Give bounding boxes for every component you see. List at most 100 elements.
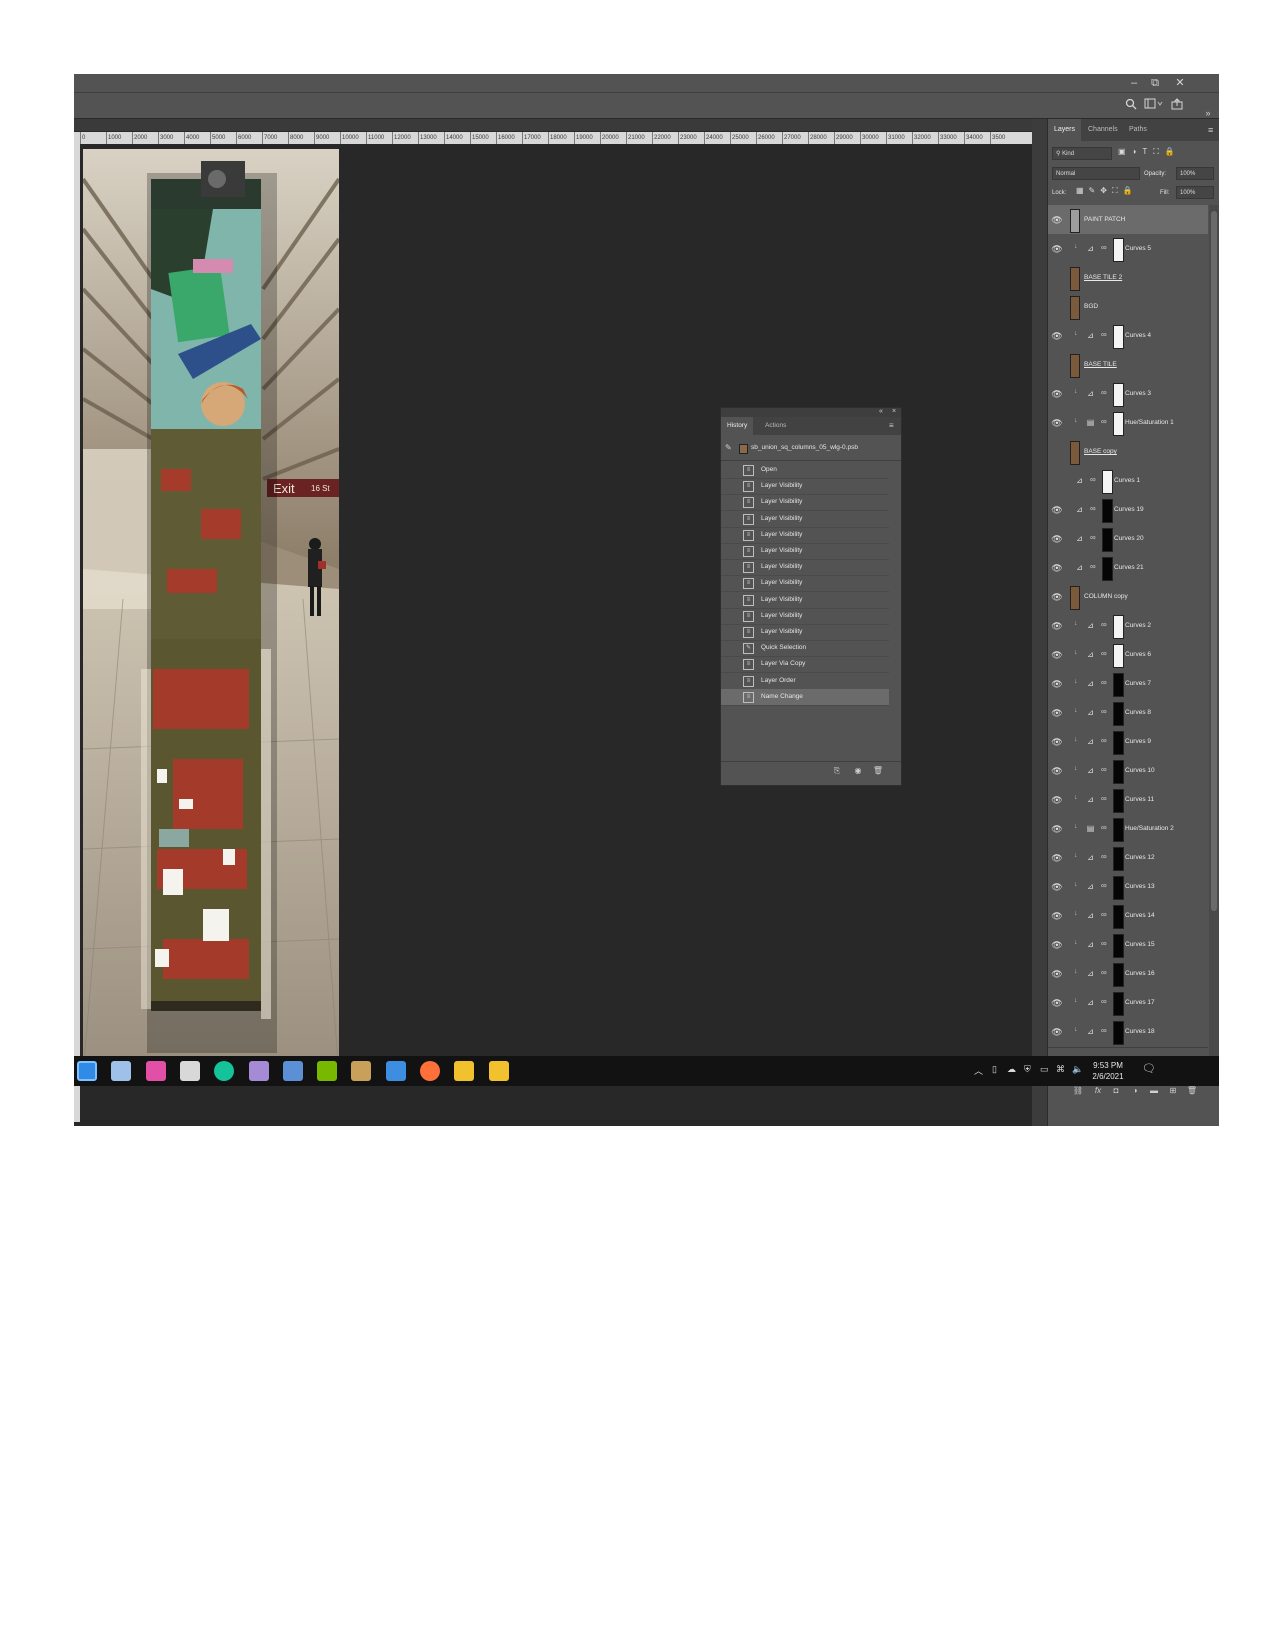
layer-mask-thumbnail[interactable] [1113, 934, 1124, 958]
layer-row[interactable]: 👁 ↓ ⊿ ∞ Curves 2 [1048, 611, 1208, 642]
history-step[interactable]: ≡ Layer Via Copy [721, 656, 889, 674]
layer-mask-thumbnail[interactable] [1113, 702, 1124, 726]
network-icon[interactable]: ⌘ [1056, 1064, 1065, 1075]
history-step[interactable]: ≡ Layer Visibility [721, 608, 889, 625]
task-view-icon[interactable] [385, 1061, 406, 1081]
layer-row[interactable]: 👁 ↓ ⊿ ∞ Curves 7 [1048, 669, 1208, 700]
layer-mask-thumbnail[interactable] [1113, 383, 1124, 407]
visibility-eye-icon[interactable]: 👁 [1051, 330, 1063, 342]
layer-mask-thumbnail[interactable] [1113, 760, 1124, 784]
blend-mode-select[interactable]: Normal [1052, 167, 1140, 180]
visibility-eye-icon[interactable]: 👁 [1051, 591, 1063, 603]
grammarly-icon[interactable] [214, 1061, 235, 1081]
layer-row[interactable]: 👁 COLUMN copy [1048, 582, 1208, 613]
tab-paths[interactable]: Paths [1123, 119, 1153, 141]
clock[interactable]: 9:53 PM 2/6/2021 [1086, 1060, 1130, 1082]
visibility-eye-icon[interactable]: 👁 [1051, 214, 1063, 226]
visibility-eye-icon[interactable]: 👁 [1051, 243, 1063, 255]
visibility-eye-icon[interactable]: 👁 [1051, 649, 1063, 661]
edge-icon[interactable] [111, 1061, 132, 1081]
history-snapshot[interactable]: ✎ sb_union_sq_columns_05_wlg-0.psb [721, 436, 901, 461]
fill-field[interactable]: 100% [1176, 186, 1214, 199]
visibility-eye-icon[interactable]: 👁 [1051, 504, 1063, 516]
layer-row[interactable]: 👁 ↓ ▤ ∞ Hue/Saturation 2 [1048, 814, 1208, 845]
mask-link-icon[interactable]: ∞ [1101, 388, 1107, 397]
history-step[interactable]: ≡ Name Change [721, 688, 889, 706]
visibility-eye-icon[interactable]: 👁 [1051, 359, 1063, 371]
trash-icon[interactable]: 🗑 [872, 765, 884, 777]
mask-link-icon[interactable]: ∞ [1101, 417, 1107, 426]
layer-row[interactable]: 👁 ↓ ⊿ ∞ Curves 9 [1048, 727, 1208, 758]
layer-mask-thumbnail[interactable] [1113, 963, 1124, 987]
mask-link-icon[interactable]: ∞ [1101, 330, 1107, 339]
mask-link-icon[interactable]: ∞ [1101, 736, 1107, 745]
layer-mask-thumbnail[interactable] [1102, 557, 1113, 581]
add-mask-icon[interactable]: ◘ [1110, 1085, 1122, 1097]
visibility-eye-icon[interactable]: 👁 [1051, 852, 1063, 864]
cloud-icon[interactable]: ☁ [1007, 1064, 1016, 1075]
history-step[interactable]: ≡ Layer Visibility [721, 624, 889, 641]
mask-link-icon[interactable]: ∞ [1101, 620, 1107, 629]
mask-link-icon[interactable]: ∞ [1101, 707, 1107, 716]
layer-row[interactable]: 👁 ↓ ⊿ ∞ Curves 8 [1048, 698, 1208, 729]
visibility-eye-icon[interactable]: 👁 [1051, 562, 1063, 574]
layer-mask-thumbnail[interactable] [1102, 499, 1113, 523]
history-step[interactable]: ≡ Layer Visibility [721, 527, 889, 544]
close-icon[interactable]: × [892, 408, 896, 415]
history-step[interactable]: ≡ Layer Visibility [721, 478, 889, 496]
layer-row[interactable]: 👁 ⊿ ∞ Curves 1 [1048, 466, 1208, 497]
mask-link-icon[interactable]: ∞ [1101, 765, 1107, 774]
mask-link-icon[interactable]: ∞ [1101, 243, 1107, 252]
layer-mask-thumbnail[interactable] [1113, 847, 1124, 871]
tab-layers[interactable]: Layers [1048, 119, 1082, 141]
mask-link-icon[interactable]: ∞ [1101, 823, 1107, 832]
history-step[interactable]: ≡ Layer Order [721, 673, 889, 690]
layer-mask-thumbnail[interactable] [1113, 789, 1124, 813]
layer-mask-thumbnail[interactable] [1113, 412, 1124, 436]
history-step[interactable]: ✎ Quick Selection [721, 640, 889, 658]
layer-row[interactable]: 👁 ↓ ⊿ ∞ Curves 12 [1048, 843, 1208, 874]
visibility-eye-icon[interactable]: 👁 [1051, 272, 1063, 284]
layer-row[interactable]: 👁 BASE copy [1048, 437, 1208, 468]
visibility-eye-icon[interactable]: 👁 [1051, 968, 1063, 980]
layer-row[interactable]: 👁 BASE TILE [1048, 350, 1208, 381]
mask-link-icon[interactable]: ∞ [1101, 794, 1107, 803]
fx-icon[interactable]: fx [1092, 1085, 1104, 1097]
speaker-icon[interactable]: 🔈 [1072, 1064, 1083, 1075]
opacity-field[interactable]: 100% [1176, 167, 1214, 180]
mask-link-icon[interactable]: ∞ [1101, 649, 1107, 658]
layers-scrollbar[interactable] [1209, 205, 1219, 1081]
visibility-eye-icon[interactable]: 👁 [1051, 533, 1063, 545]
layer-row[interactable]: 👁 ⊿ ∞ Curves 20 [1048, 524, 1208, 555]
filter-icons[interactable]: ▣◑T⛶🔒 [1118, 147, 1214, 160]
layer-row[interactable]: 👁 ↓ ⊿ ∞ Curves 6 [1048, 640, 1208, 671]
layer-mask-thumbnail[interactable] [1113, 615, 1124, 639]
mask-link-icon[interactable]: ∞ [1101, 1026, 1107, 1035]
layers-scroll-thumb[interactable] [1211, 211, 1217, 911]
security-icon[interactable]: ⛨ [1024, 1064, 1031, 1075]
visibility-eye-icon[interactable]: 👁 [1051, 707, 1063, 719]
layer-mask-thumbnail[interactable] [1113, 876, 1124, 900]
visibility-eye-icon[interactable]: 👁 [1051, 939, 1063, 951]
history-step[interactable]: ≡ Layer Visibility [721, 592, 889, 609]
layer-mask-thumbnail[interactable] [1113, 1021, 1124, 1045]
layer-mask-thumbnail[interactable] [1113, 673, 1124, 697]
device-icon[interactable]: ▯ [992, 1064, 997, 1075]
mask-link-icon[interactable]: ∞ [1101, 852, 1107, 861]
mask-link-icon[interactable]: ∞ [1090, 475, 1096, 484]
layer-mask-thumbnail[interactable] [1113, 238, 1124, 262]
app-icon[interactable] [248, 1061, 269, 1081]
visibility-eye-icon[interactable]: 👁 [1051, 475, 1063, 487]
calendar-icon[interactable] [179, 1061, 200, 1081]
visibility-eye-icon[interactable]: 👁 [1051, 794, 1063, 806]
share-icon[interactable] [1169, 98, 1185, 114]
layer-row[interactable]: 👁 PAINT PATCH [1048, 205, 1208, 236]
mask-link-icon[interactable]: ∞ [1101, 939, 1107, 948]
close-button[interactable]: ✕ [1171, 76, 1189, 90]
group-folder-icon[interactable]: ▬ [1148, 1085, 1160, 1097]
app-launcher-icon[interactable] [77, 1061, 97, 1081]
app-icon-2[interactable] [351, 1061, 372, 1081]
mask-link-icon[interactable]: ∞ [1101, 881, 1107, 890]
visibility-eye-icon[interactable]: 👁 [1051, 997, 1063, 1009]
mask-link-icon[interactable]: ∞ [1090, 533, 1096, 542]
